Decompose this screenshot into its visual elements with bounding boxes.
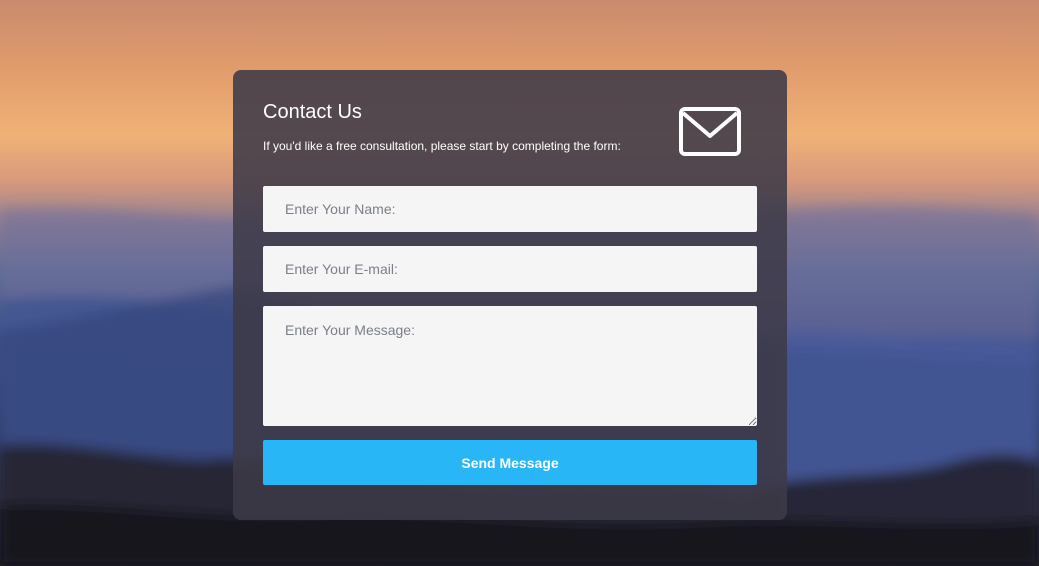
contact-title: Contact Us <box>263 101 362 123</box>
contact-subtitle: If you'd like a free consultation, pleas… <box>263 139 621 153</box>
contact-card: Contact Us If you'd like a free consulta… <box>233 70 787 520</box>
message-textarea[interactable] <box>263 306 757 426</box>
email-input[interactable] <box>263 246 757 292</box>
envelope-icon <box>679 107 741 156</box>
send-message-button[interactable]: Send Message <box>263 440 757 485</box>
name-input[interactable] <box>263 186 757 232</box>
